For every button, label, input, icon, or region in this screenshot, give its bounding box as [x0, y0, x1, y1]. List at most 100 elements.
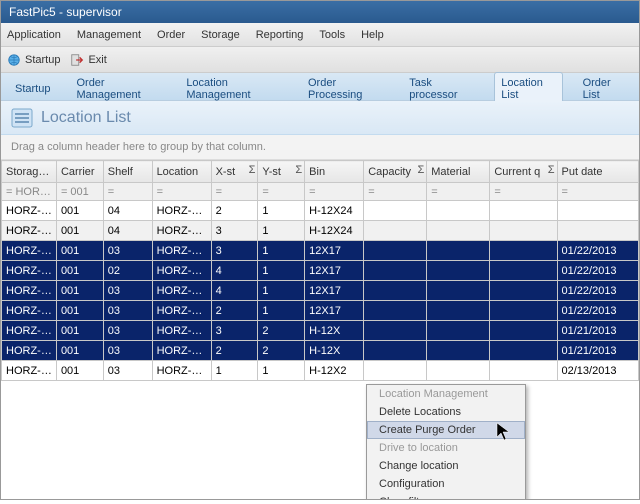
filter-cell[interactable]: = [152, 183, 211, 201]
cell[interactable] [364, 281, 427, 301]
cell[interactable]: HORZ-01 [2, 201, 57, 221]
table-row[interactable]: HORZ-0100104HORZ-01…21H-12X24 [2, 201, 639, 221]
cell[interactable]: 1 [258, 261, 305, 281]
cell[interactable] [427, 361, 490, 381]
cell[interactable] [427, 201, 490, 221]
cell[interactable] [490, 241, 557, 261]
cell[interactable] [557, 221, 639, 241]
startup-button[interactable]: Startup [7, 53, 60, 67]
cell[interactable]: 001 [56, 281, 103, 301]
cell[interactable]: HORZ-01 [2, 341, 57, 361]
cell[interactable]: 03 [103, 361, 152, 381]
col-x-st[interactable]: X-stΣ [211, 161, 258, 183]
filter-cell[interactable]: = [364, 183, 427, 201]
menu-help[interactable]: Help [361, 29, 384, 41]
cell[interactable]: HORZ-01… [152, 261, 211, 281]
group-by-row[interactable]: Drag a column header here to group by th… [1, 135, 639, 160]
cell[interactable] [364, 201, 427, 221]
filter-cell[interactable]: = [103, 183, 152, 201]
col-shelf[interactable]: Shelf [103, 161, 152, 183]
cell[interactable]: H-12X [305, 341, 364, 361]
cell[interactable] [427, 241, 490, 261]
cell[interactable]: 3 [211, 221, 258, 241]
cell[interactable]: 001 [56, 361, 103, 381]
cell[interactable] [490, 361, 557, 381]
table-row[interactable]: HORZ-0100104HORZ-01…31H-12X24 [2, 221, 639, 241]
table-row[interactable]: HORZ-0100103HORZ-01…32H-12X01/21/2013 [2, 321, 639, 341]
cell[interactable]: 12X17 [305, 301, 364, 321]
ctx-clear-filters[interactable]: Clear filters [367, 493, 525, 499]
cell[interactable]: HORZ-01… [152, 221, 211, 241]
col-put-date[interactable]: Put date [557, 161, 639, 183]
cell[interactable]: HORZ-01… [152, 201, 211, 221]
cell[interactable]: 01/22/2013 [557, 301, 639, 321]
cell[interactable]: 1 [258, 221, 305, 241]
cell[interactable]: 04 [103, 201, 152, 221]
cell[interactable]: HORZ-01… [152, 341, 211, 361]
cell[interactable]: HORZ-01 [2, 301, 57, 321]
ctx-delete-locations[interactable]: Delete Locations [367, 403, 525, 421]
cell[interactable]: 001 [56, 241, 103, 261]
cell[interactable]: 01/22/2013 [557, 281, 639, 301]
cell[interactable]: HORZ-01… [152, 281, 211, 301]
cell[interactable] [427, 321, 490, 341]
cell[interactable]: 4 [211, 281, 258, 301]
cell[interactable] [490, 301, 557, 321]
menu-tools[interactable]: Tools [319, 29, 345, 41]
cell[interactable] [364, 361, 427, 381]
cell[interactable]: 2 [258, 321, 305, 341]
cell[interactable]: 1 [211, 361, 258, 381]
filter-cell[interactable]: = [557, 183, 639, 201]
cell[interactable]: 03 [103, 241, 152, 261]
table-row[interactable]: HORZ-0100102HORZ-01…4112X1701/22/2013 [2, 261, 639, 281]
ctx-change-location[interactable]: Change location [367, 457, 525, 475]
titlebar[interactable]: FastPic5 - supervisor [1, 1, 639, 23]
cell[interactable] [490, 201, 557, 221]
cell[interactable]: 02 [103, 261, 152, 281]
cell[interactable]: 01/21/2013 [557, 341, 639, 361]
cell[interactable]: 03 [103, 301, 152, 321]
cell[interactable] [490, 281, 557, 301]
cell[interactable]: 2 [211, 341, 258, 361]
cell[interactable] [364, 221, 427, 241]
cell[interactable]: HORZ-01… [152, 301, 211, 321]
cell[interactable]: 1 [258, 241, 305, 261]
cell[interactable] [427, 341, 490, 361]
filter-cell[interactable]: = [305, 183, 364, 201]
cell[interactable]: 03 [103, 321, 152, 341]
cell[interactable] [490, 261, 557, 281]
col-location[interactable]: Location [152, 161, 211, 183]
cell[interactable] [427, 281, 490, 301]
cell[interactable]: 001 [56, 321, 103, 341]
cell[interactable]: H-12X2 [305, 361, 364, 381]
cell[interactable]: HORZ-01 [2, 261, 57, 281]
cell[interactable]: 001 [56, 341, 103, 361]
table-row[interactable]: HORZ-0100103HORZ-01…4112X1701/22/2013 [2, 281, 639, 301]
menu-order[interactable]: Order [157, 29, 185, 41]
tab-task-processor[interactable]: Task processor [403, 73, 480, 105]
cell[interactable]: HORZ-01… [152, 241, 211, 261]
cell[interactable]: HORZ-01 [2, 241, 57, 261]
cell[interactable]: 001 [56, 221, 103, 241]
cell[interactable] [364, 321, 427, 341]
tab-startup[interactable]: Startup [9, 79, 56, 99]
cell[interactable]: 1 [258, 201, 305, 221]
col-capacity[interactable]: CapacityΣ [364, 161, 427, 183]
cell[interactable] [364, 241, 427, 261]
tab-order-processing[interactable]: Order Processing [302, 73, 389, 105]
tab-order-list[interactable]: Order List [577, 73, 631, 105]
cell[interactable]: 12X17 [305, 241, 364, 261]
cell[interactable] [364, 301, 427, 321]
tab-location-management[interactable]: Location Management [180, 73, 288, 105]
menu-reporting[interactable]: Reporting [256, 29, 304, 41]
cell[interactable] [427, 221, 490, 241]
tab-order-management[interactable]: Order Management [70, 73, 166, 105]
filter-cell[interactable]: = 001 [56, 183, 103, 201]
cell[interactable]: 001 [56, 301, 103, 321]
cell[interactable]: HORZ-01… [152, 361, 211, 381]
menu-management[interactable]: Management [77, 29, 141, 41]
cell[interactable] [364, 261, 427, 281]
cell[interactable]: H-12X24 [305, 221, 364, 241]
cell[interactable] [427, 261, 490, 281]
cell[interactable]: H-12X [305, 321, 364, 341]
